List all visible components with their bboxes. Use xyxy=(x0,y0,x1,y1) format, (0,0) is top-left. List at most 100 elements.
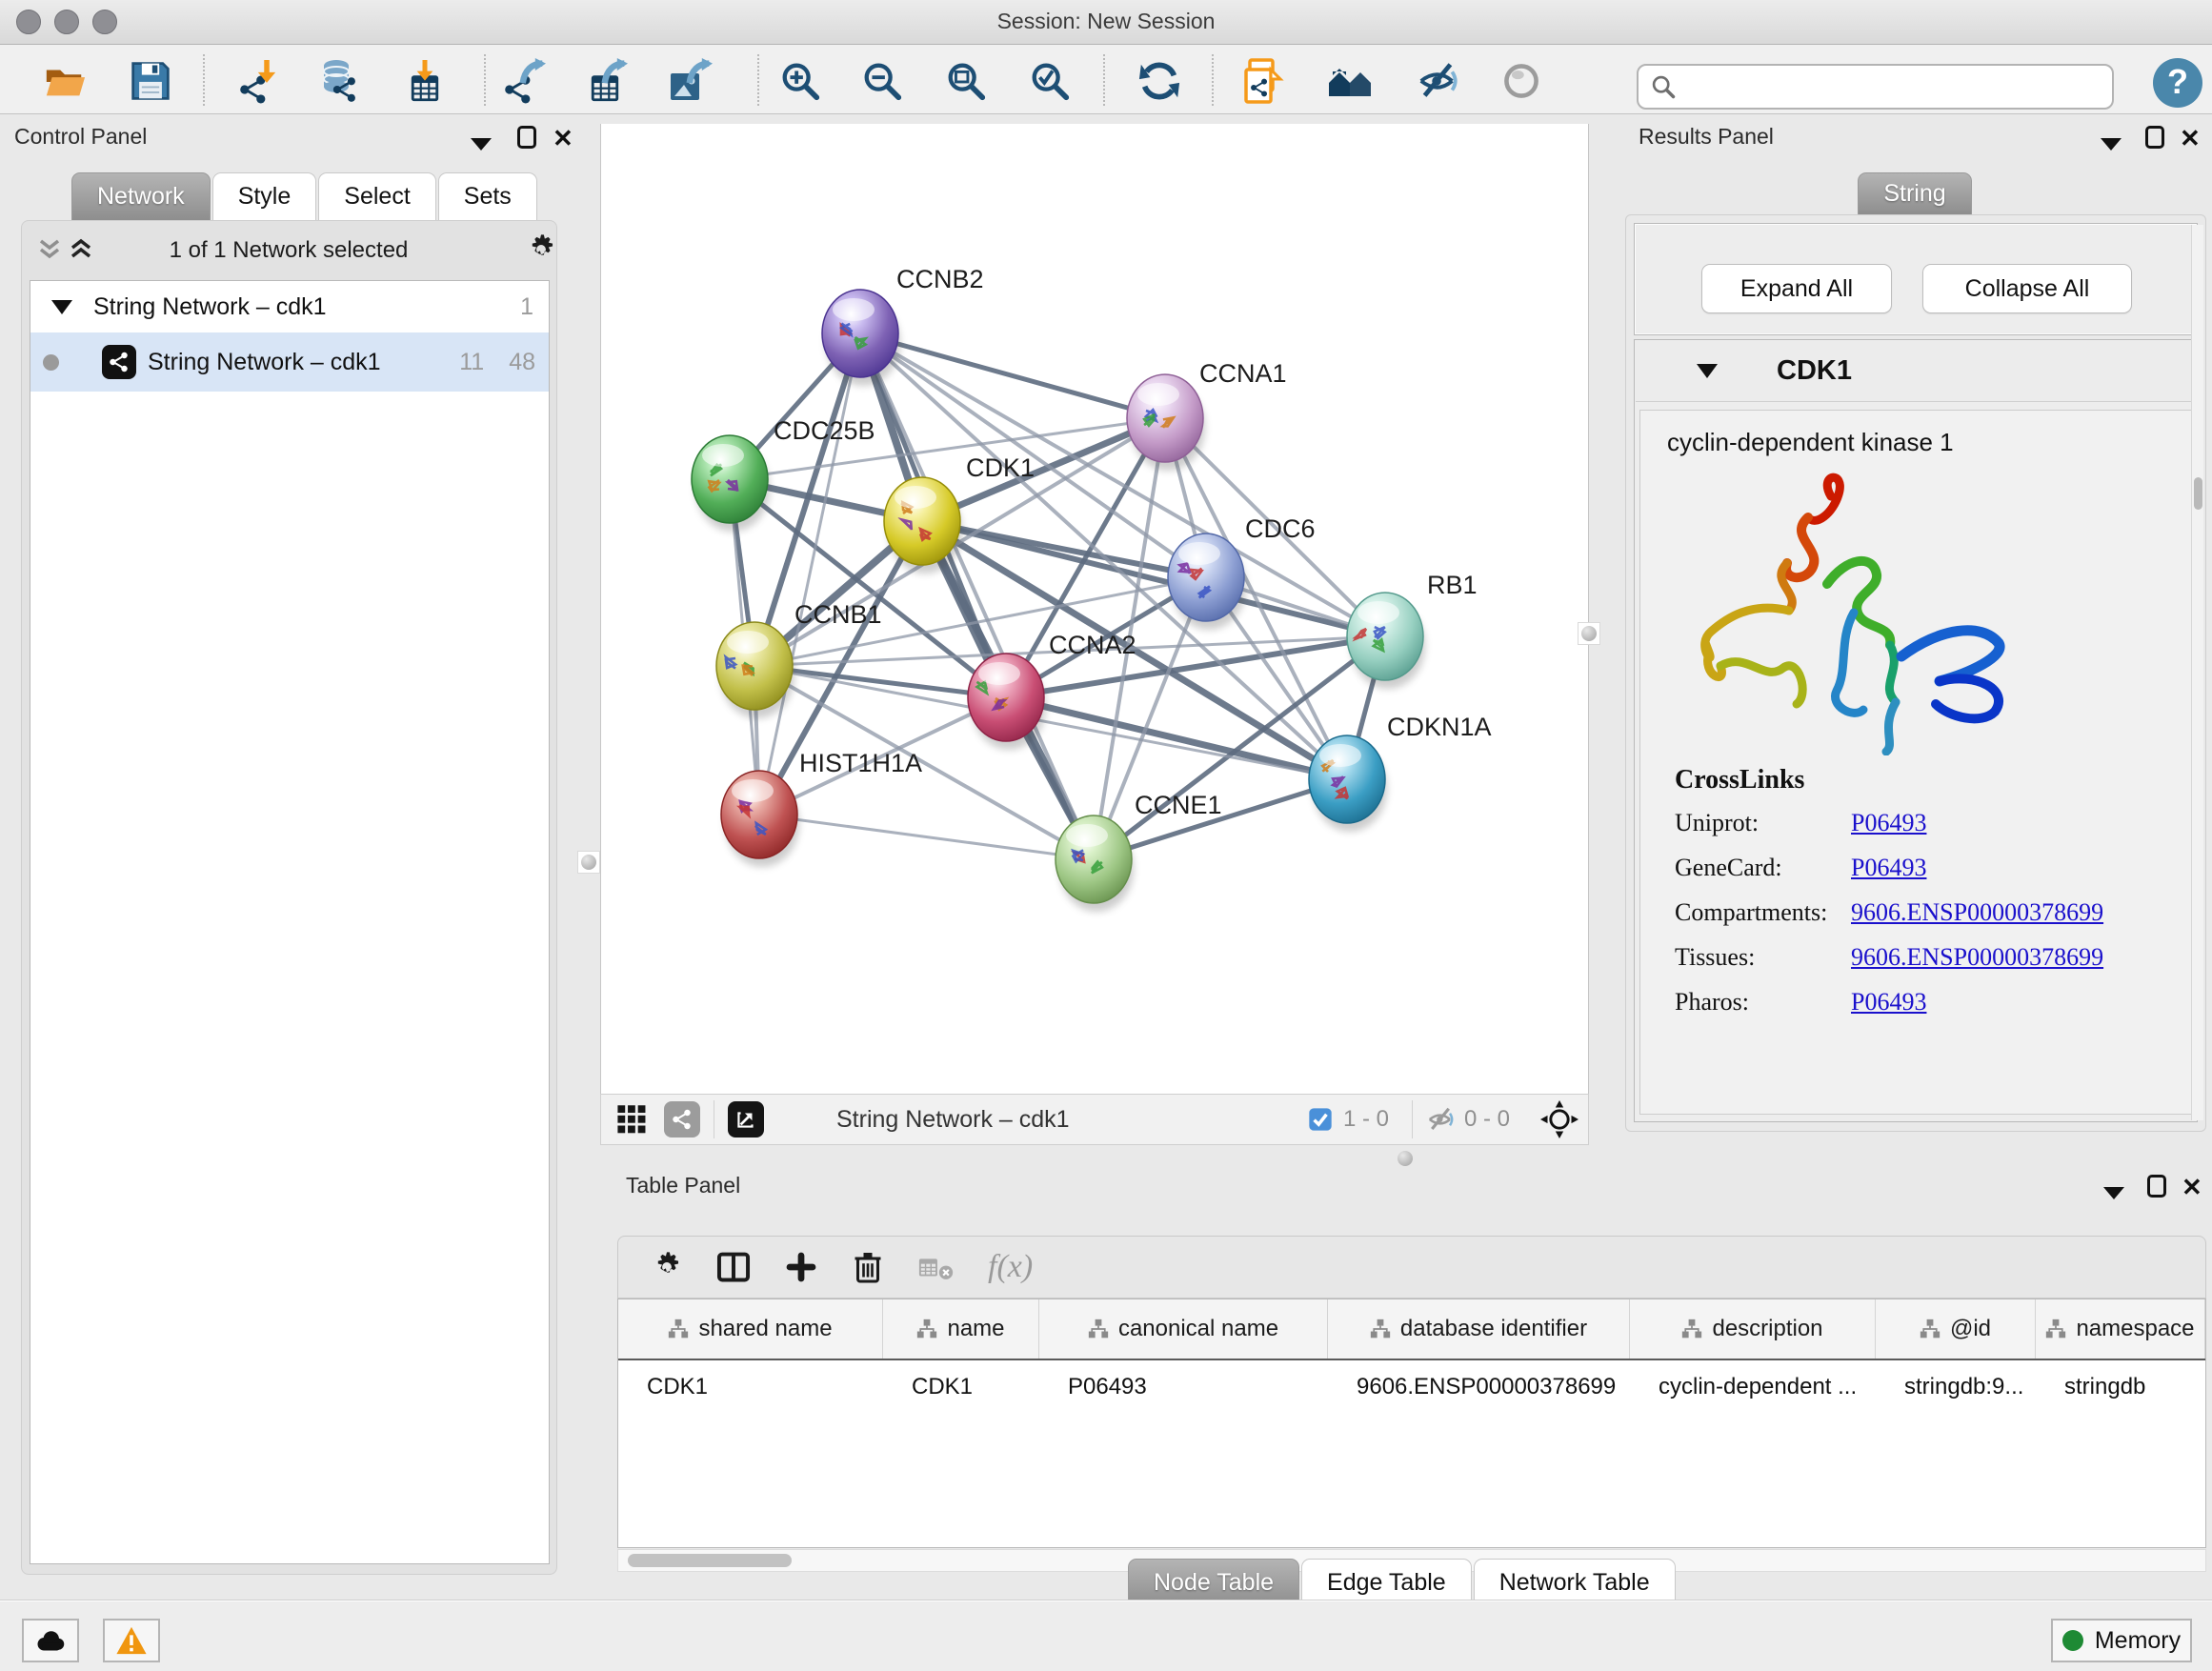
table-cell[interactable]: CDK1 xyxy=(883,1360,1039,1414)
save-session-button[interactable] xyxy=(128,58,173,104)
export-table-button[interactable] xyxy=(584,58,630,104)
export-image-button[interactable] xyxy=(667,58,713,104)
apply-layout-button[interactable] xyxy=(1136,58,1182,104)
network-edge[interactable] xyxy=(860,333,1094,859)
tab-sets[interactable]: Sets xyxy=(438,172,537,220)
zoom-out-button[interactable] xyxy=(859,58,905,104)
cloud-status-button[interactable] xyxy=(22,1619,79,1662)
warnings-button[interactable] xyxy=(103,1619,160,1662)
export-network-button[interactable] xyxy=(502,58,548,104)
tab-node-table[interactable]: Node Table xyxy=(1128,1559,1299,1606)
tab-style[interactable]: Style xyxy=(212,172,317,220)
network-node-CDC6[interactable] xyxy=(1168,534,1246,630)
import-network-file-button[interactable] xyxy=(235,58,281,104)
zoom-in-button[interactable] xyxy=(777,58,823,104)
network-view-canvas[interactable]: CCNB2CCNA1CDC25BCDK1CDC6RB1CCNB1CCNA2CDK… xyxy=(600,124,1589,1094)
collapse-all-button[interactable]: Collapse All xyxy=(1922,264,2132,313)
network-node-CCNB2[interactable] xyxy=(822,290,900,386)
left-splitter-handle[interactable] xyxy=(577,851,600,874)
table-cell[interactable]: P06493 xyxy=(1039,1360,1328,1414)
tab-network-table[interactable]: Network Table xyxy=(1474,1559,1676,1606)
import-table-file-button[interactable] xyxy=(402,58,448,104)
tab-string[interactable]: String xyxy=(1858,172,1971,214)
search-input[interactable] xyxy=(1677,73,2096,100)
zoom-selected-button[interactable] xyxy=(1027,58,1073,104)
expand-all-button[interactable]: Expand All xyxy=(1701,264,1892,313)
network-node-CCNB1[interactable] xyxy=(716,622,794,718)
column-header-database-identifier[interactable]: database identifier xyxy=(1328,1299,1630,1359)
column-header-description[interactable]: description xyxy=(1630,1299,1876,1359)
right-splitter-handle[interactable] xyxy=(1578,622,1600,645)
detach-view-icon[interactable] xyxy=(728,1101,764,1137)
network-node-CCNE1[interactable] xyxy=(1056,815,1134,912)
table-row[interactable]: CDK1CDK1P064939606.ENSP00000378699cyclin… xyxy=(618,1360,2205,1414)
maximize-panel-icon[interactable] xyxy=(2147,1175,2166,1203)
bottom-splitter-handle[interactable] xyxy=(1398,1151,1413,1166)
tab-select[interactable]: Select xyxy=(318,172,435,220)
network-options-gear-icon[interactable] xyxy=(525,233,557,266)
maximize-panel-icon[interactable] xyxy=(517,126,536,154)
new-network-from-selection-button[interactable] xyxy=(1240,58,1286,104)
results-scrollbar[interactable] xyxy=(2191,225,2203,1120)
table-cell[interactable]: CDK1 xyxy=(618,1360,883,1414)
tab-network[interactable]: Network xyxy=(71,172,211,220)
network-edge[interactable] xyxy=(1006,697,1347,779)
crosslink-link[interactable]: P06493 xyxy=(1851,809,1926,837)
section-expander-icon[interactable] xyxy=(1697,364,1718,378)
import-network-database-button[interactable] xyxy=(315,58,361,104)
maximize-panel-icon[interactable] xyxy=(2145,126,2164,154)
column-header-name[interactable]: name xyxy=(883,1299,1039,1359)
protein-section-header[interactable]: CDK1 xyxy=(1636,341,2196,402)
open-session-button[interactable] xyxy=(42,58,88,104)
show-columns-icon[interactable] xyxy=(715,1249,752,1285)
crosslink-link[interactable]: 9606.ENSP00000378699 xyxy=(1851,898,2103,927)
pan-crosshair-icon[interactable] xyxy=(1540,1100,1579,1138)
tab-edge-table[interactable]: Edge Table xyxy=(1301,1559,1472,1606)
network-row-selected[interactable]: String Network – cdk1 11 48 xyxy=(30,332,549,392)
network-node-CDK1[interactable] xyxy=(884,477,962,574)
network-edge[interactable] xyxy=(759,815,1094,859)
table-toolbar: f(x) xyxy=(617,1236,2206,1299)
network-collection-row[interactable]: String Network – cdk1 1 xyxy=(30,281,549,332)
network-node-HIST1H1A[interactable] xyxy=(721,771,799,867)
network-node-CCNA1[interactable] xyxy=(1127,374,1205,471)
crosslink-link[interactable]: 9606.ENSP00000378699 xyxy=(1851,943,2103,972)
close-panel-icon[interactable]: ✕ xyxy=(553,124,573,153)
crosslink-link[interactable]: P06493 xyxy=(1851,988,1926,1017)
delete-column-icon[interactable] xyxy=(851,1250,885,1284)
create-column-icon[interactable] xyxy=(784,1250,818,1284)
selected-checkbox-icon[interactable] xyxy=(1307,1106,1334,1133)
expand-all-networks-icon[interactable] xyxy=(70,238,92,263)
column-header-canonical-name[interactable]: canonical name xyxy=(1039,1299,1328,1359)
search-box[interactable] xyxy=(1637,64,2114,110)
table-options-gear-icon[interactable] xyxy=(651,1251,683,1283)
float-panel-icon[interactable] xyxy=(471,131,492,156)
network-edge[interactable] xyxy=(759,333,860,815)
collapse-all-networks-icon[interactable] xyxy=(38,238,61,263)
table-cell[interactable]: 9606.ENSP00000378699 xyxy=(1328,1360,1630,1414)
birdseye-view-icon[interactable] xyxy=(616,1101,649,1138)
first-neighbors-button[interactable] xyxy=(1327,58,1373,104)
network-node-RB1[interactable] xyxy=(1347,593,1425,689)
table-cell[interactable]: stringdb:9... xyxy=(1876,1360,2036,1414)
close-panel-icon[interactable]: ✕ xyxy=(2180,124,2201,153)
network-node-CCNA2[interactable] xyxy=(968,654,1046,750)
hide-selection-button[interactable] xyxy=(1415,58,1460,104)
column-header-shared-name[interactable]: shared name xyxy=(618,1299,883,1359)
column-header-namespace[interactable]: namespace xyxy=(2036,1299,2205,1359)
memory-button[interactable]: Memory xyxy=(2051,1619,2192,1662)
table-cell[interactable]: stringdb xyxy=(2036,1360,2205,1414)
table-cell[interactable]: cyclin-dependent ... xyxy=(1630,1360,1876,1414)
column-header-id[interactable]: @id xyxy=(1876,1299,2036,1359)
string-view-icon[interactable] xyxy=(664,1101,700,1137)
float-panel-icon[interactable] xyxy=(2103,1180,2124,1205)
zoom-fit-button[interactable] xyxy=(943,58,989,104)
network-node-CDC25B[interactable] xyxy=(692,435,770,532)
collection-expander-icon[interactable] xyxy=(51,300,72,314)
float-panel-icon[interactable] xyxy=(2101,131,2122,156)
crosslink-link[interactable]: P06493 xyxy=(1851,854,1926,882)
close-panel-icon[interactable]: ✕ xyxy=(2182,1173,2202,1202)
help-button[interactable]: ? xyxy=(2153,58,2202,108)
network-node-CDKN1A[interactable] xyxy=(1309,735,1387,832)
show-all-button[interactable] xyxy=(1498,58,1544,104)
